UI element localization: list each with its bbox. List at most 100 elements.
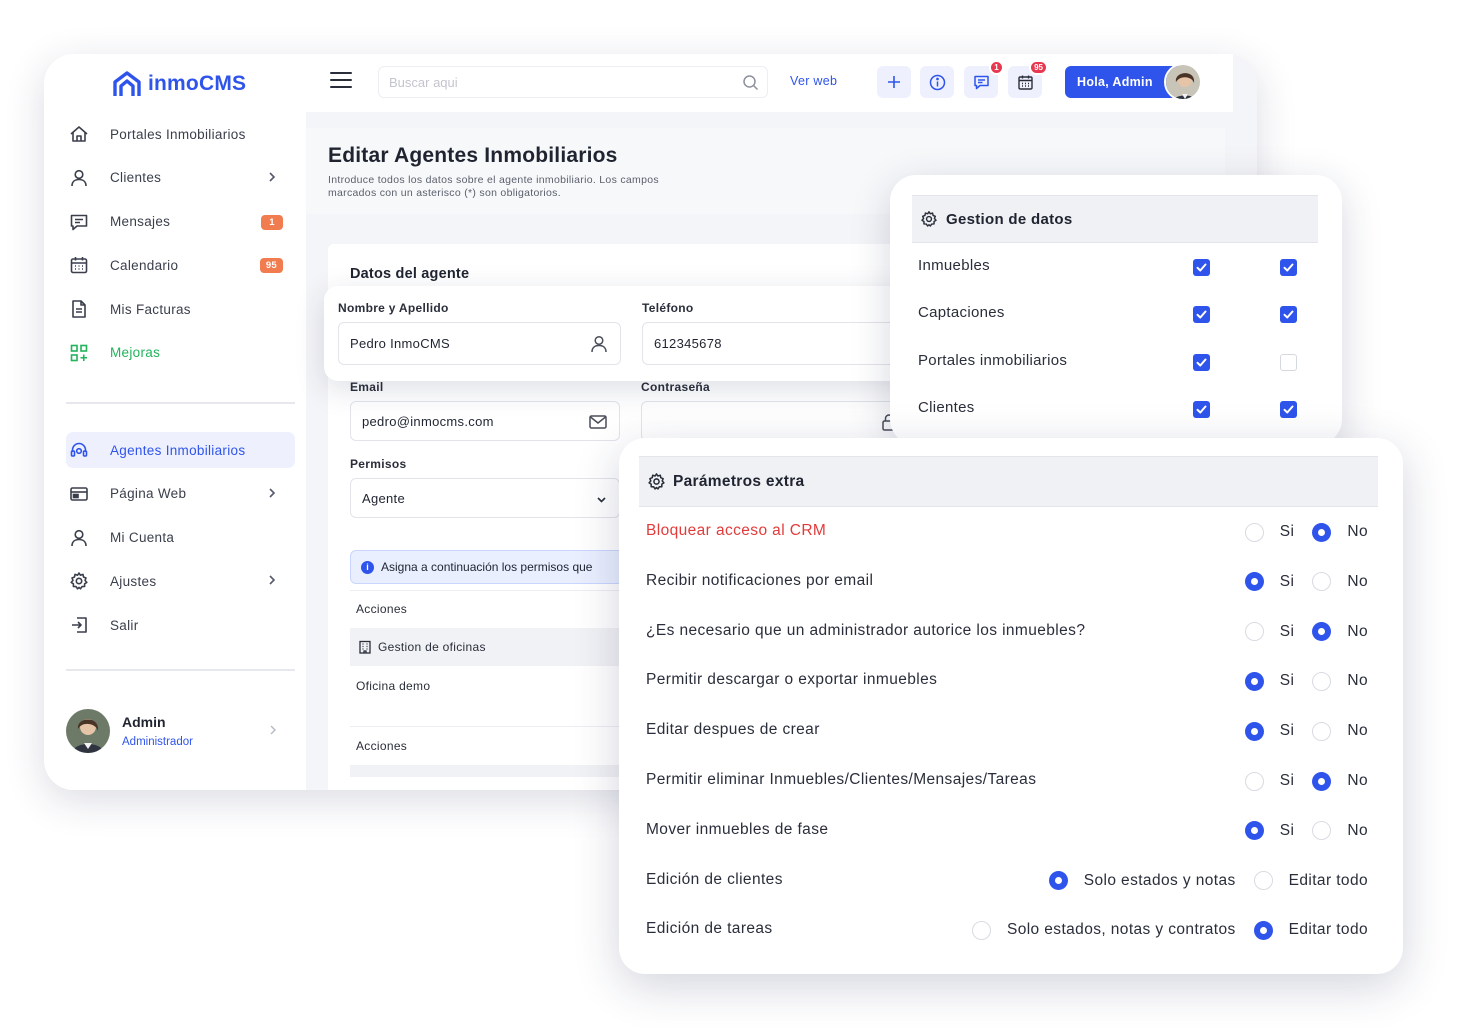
radio-option[interactable]: Si xyxy=(1244,821,1295,841)
permisos-select[interactable]: Agente xyxy=(350,478,620,518)
radio-option[interactable]: Si xyxy=(1244,671,1295,691)
permission-checkbox[interactable] xyxy=(1280,400,1297,418)
sidebar-item-mi-cuenta[interactable]: Mi Cuenta xyxy=(66,520,295,556)
radio-button[interactable] xyxy=(971,920,991,940)
radio-label: Solo estados y notas xyxy=(1083,871,1236,889)
radio-label: No xyxy=(1347,722,1368,740)
sidebar-item-ajustes[interactable]: Ajustes xyxy=(66,563,295,599)
radio-button[interactable] xyxy=(1244,572,1264,592)
browser-icon xyxy=(68,483,90,505)
radio-option[interactable]: Solo estados y notas xyxy=(1048,871,1236,891)
agent-fields-card: Nombre y Apellido Pedro InmoCMS Teléfono… xyxy=(324,286,924,381)
radio-option[interactable]: No xyxy=(1312,522,1368,542)
radio-button[interactable] xyxy=(1253,920,1273,940)
radio-button[interactable] xyxy=(1244,622,1264,642)
phone-field[interactable]: 612345678 xyxy=(642,322,912,365)
radio-label: Si xyxy=(1279,572,1295,590)
radio-button[interactable] xyxy=(1244,721,1264,741)
permission-checkbox[interactable] xyxy=(1193,306,1210,324)
permission-checkbox[interactable] xyxy=(1193,400,1210,418)
radio-option[interactable]: Editar todo xyxy=(1253,920,1368,940)
radio-button[interactable] xyxy=(1244,821,1264,841)
radio-button[interactable] xyxy=(1253,871,1273,891)
search-input[interactable]: Buscar aqui xyxy=(378,66,768,98)
acciones-label: Acciones xyxy=(356,739,408,753)
gestion-oficinas-row[interactable]: Gestion de oficinas xyxy=(350,628,650,666)
radio-option[interactable]: Solo estados, notas y contratos xyxy=(971,920,1236,940)
sidebar-item-agentes[interactable]: Agentes Inmobiliarios xyxy=(66,432,295,468)
info-button[interactable] xyxy=(920,66,954,98)
radio-group: Si No xyxy=(1227,520,1368,544)
radio-option[interactable]: Si xyxy=(1244,522,1295,542)
parameter-label: Edición de tareas xyxy=(646,920,773,938)
chevron-right-icon xyxy=(269,172,276,182)
sidebar-item-pagina-web[interactable]: Página Web xyxy=(66,476,295,512)
sidebar-item-salir[interactable]: Salir xyxy=(66,607,295,643)
avatar[interactable] xyxy=(1164,63,1202,101)
radio-button[interactable] xyxy=(1048,871,1068,891)
messages-button[interactable]: 1 xyxy=(964,60,1004,98)
radio-button[interactable] xyxy=(1312,622,1332,642)
radio-button[interactable] xyxy=(1312,522,1332,542)
radio-button[interactable] xyxy=(1244,522,1264,542)
house-icon xyxy=(68,123,90,145)
radio-option[interactable]: Editar todo xyxy=(1253,871,1368,891)
user-icon xyxy=(68,167,90,189)
radio-option[interactable]: No xyxy=(1312,572,1368,592)
radio-option[interactable]: Si xyxy=(1244,622,1295,642)
radio-button[interactable] xyxy=(1244,671,1264,691)
calendar-button[interactable]: 95 xyxy=(1008,60,1048,98)
menu-icon[interactable] xyxy=(330,72,352,90)
parameter-label: Permitir descargar o exportar inmuebles xyxy=(646,671,938,689)
permission-checkbox[interactable] xyxy=(1193,353,1210,371)
radio-button[interactable] xyxy=(1312,721,1332,741)
sidebar-item-portales[interactable]: Portales Inmobiliarios xyxy=(66,116,295,152)
panel-header: Parámetros extra xyxy=(639,456,1378,507)
permisos-label: Permisos xyxy=(350,457,407,471)
radio-button[interactable] xyxy=(1312,572,1332,592)
logo[interactable]: inmoCMS xyxy=(112,70,246,98)
email-field[interactable]: pedro@inmocms.com xyxy=(350,401,620,441)
sidebar-item-mensajes[interactable]: Mensajes 1 xyxy=(66,204,295,240)
permission-checkbox[interactable] xyxy=(1280,353,1297,371)
name-field[interactable]: Pedro InmoCMS xyxy=(338,322,621,365)
parameter-row: Editar despues de crear Si No xyxy=(646,719,1368,743)
name-value: Pedro InmoCMS xyxy=(350,336,450,351)
radio-option[interactable]: No xyxy=(1312,671,1368,691)
messages-count-badge: 1 xyxy=(261,214,283,230)
radio-option[interactable]: No xyxy=(1312,622,1368,642)
parameter-row: Recibir notificaciones por email Si No xyxy=(646,570,1368,594)
password-field[interactable] xyxy=(641,401,911,441)
radio-group: Solo estados, notas y contratos Editar to… xyxy=(954,918,1368,942)
sidebar-item-calendario[interactable]: Calendario 95 xyxy=(66,247,295,283)
radio-button[interactable] xyxy=(1312,771,1332,791)
radio-button[interactable] xyxy=(1244,771,1264,791)
sidebar-item-mejoras[interactable]: Mejoras xyxy=(66,335,295,371)
radio-option[interactable]: No xyxy=(1312,771,1368,791)
radio-label: Editar todo xyxy=(1288,921,1368,939)
radio-option[interactable]: Si xyxy=(1244,771,1295,791)
radio-option[interactable]: No xyxy=(1312,821,1368,841)
permission-checkbox[interactable] xyxy=(1280,306,1297,324)
sidebar-item-label: Calendario xyxy=(110,257,179,273)
ver-web-link[interactable]: Ver web xyxy=(790,74,837,88)
radio-button[interactable] xyxy=(1312,671,1332,691)
radio-button[interactable] xyxy=(1312,821,1332,841)
sidebar-item-clientes[interactable]: Clientes xyxy=(66,160,295,196)
radio-option[interactable]: No xyxy=(1312,721,1368,741)
parameter-label: Permitir eliminar Inmuebles/Clientes/Men… xyxy=(646,771,1037,788)
sidebar: inmoCMS Portales Inmobiliarios Clientes xyxy=(44,54,306,790)
search-icon xyxy=(743,75,759,91)
sidebar-nav-secondary: Agentes Inmobiliarios Página Web Mi Cuen… xyxy=(66,432,295,651)
sidebar-item-facturas[interactable]: Mis Facturas xyxy=(66,291,295,327)
add-button[interactable] xyxy=(877,66,911,98)
permission-row-label: Portales inmobiliarios xyxy=(918,351,1068,369)
radio-group: Si No xyxy=(1227,669,1368,693)
sidebar-divider xyxy=(66,669,295,671)
user-role: Administrador xyxy=(122,736,193,748)
radio-option[interactable]: Si xyxy=(1244,721,1295,741)
permission-checkbox[interactable] xyxy=(1280,259,1297,276)
sidebar-user[interactable]: Admin Administrador xyxy=(66,706,295,756)
radio-option[interactable]: Si xyxy=(1244,572,1295,592)
permission-checkbox[interactable] xyxy=(1193,259,1210,276)
